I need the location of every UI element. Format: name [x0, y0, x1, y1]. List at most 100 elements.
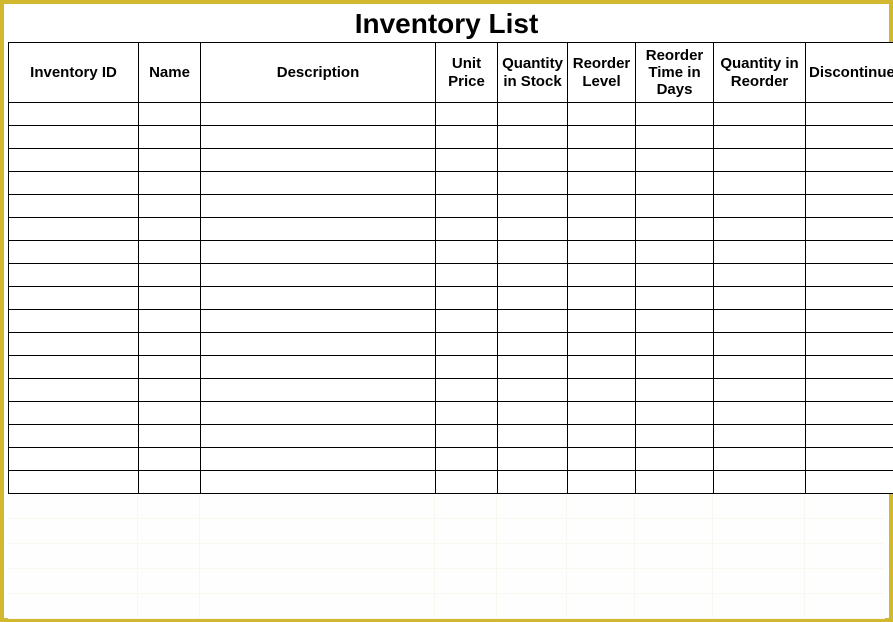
table-cell[interactable]	[436, 425, 498, 448]
table-cell[interactable]	[201, 126, 436, 149]
table-cell[interactable]	[806, 218, 893, 241]
table-cell[interactable]	[806, 172, 893, 195]
table-cell[interactable]	[806, 333, 893, 356]
table-cell[interactable]	[568, 425, 636, 448]
table-cell[interactable]	[568, 402, 636, 425]
table-cell[interactable]	[636, 333, 714, 356]
table-cell[interactable]	[436, 218, 498, 241]
table-cell[interactable]	[636, 218, 714, 241]
table-cell[interactable]	[436, 333, 498, 356]
table-cell[interactable]	[139, 218, 201, 241]
table-cell[interactable]	[139, 379, 201, 402]
table-cell[interactable]	[806, 310, 893, 333]
table-cell[interactable]	[636, 425, 714, 448]
table-cell[interactable]	[201, 356, 436, 379]
table-cell[interactable]	[9, 333, 139, 356]
table-cell[interactable]	[436, 471, 498, 494]
table-cell[interactable]	[806, 103, 893, 126]
table-cell[interactable]	[436, 264, 498, 287]
table-cell[interactable]	[636, 310, 714, 333]
table-cell[interactable]	[568, 287, 636, 310]
table-cell[interactable]	[139, 425, 201, 448]
table-cell[interactable]	[201, 241, 436, 264]
table-cell[interactable]	[806, 126, 893, 149]
table-cell[interactable]	[498, 471, 568, 494]
table-cell[interactable]	[806, 402, 893, 425]
table-cell[interactable]	[139, 333, 201, 356]
table-cell[interactable]	[714, 402, 806, 425]
table-cell[interactable]	[139, 356, 201, 379]
table-cell[interactable]	[9, 241, 139, 264]
table-cell[interactable]	[714, 356, 806, 379]
table-cell[interactable]	[436, 448, 498, 471]
table-cell[interactable]	[498, 448, 568, 471]
table-cell[interactable]	[806, 241, 893, 264]
table-cell[interactable]	[201, 333, 436, 356]
table-cell[interactable]	[9, 218, 139, 241]
table-cell[interactable]	[139, 402, 201, 425]
table-cell[interactable]	[498, 356, 568, 379]
table-cell[interactable]	[498, 379, 568, 402]
table-cell[interactable]	[568, 149, 636, 172]
table-cell[interactable]	[436, 241, 498, 264]
table-cell[interactable]	[201, 218, 436, 241]
table-cell[interactable]	[498, 241, 568, 264]
table-cell[interactable]	[139, 264, 201, 287]
table-cell[interactable]	[568, 241, 636, 264]
table-cell[interactable]	[714, 425, 806, 448]
table-cell[interactable]	[636, 241, 714, 264]
table-cell[interactable]	[9, 172, 139, 195]
table-cell[interactable]	[714, 241, 806, 264]
table-cell[interactable]	[498, 264, 568, 287]
table-cell[interactable]	[806, 425, 893, 448]
table-cell[interactable]	[201, 149, 436, 172]
table-cell[interactable]	[498, 402, 568, 425]
table-cell[interactable]	[9, 471, 139, 494]
table-cell[interactable]	[498, 149, 568, 172]
table-cell[interactable]	[636, 103, 714, 126]
table-cell[interactable]	[714, 126, 806, 149]
table-cell[interactable]	[9, 287, 139, 310]
table-cell[interactable]	[714, 310, 806, 333]
table-cell[interactable]	[636, 287, 714, 310]
table-cell[interactable]	[636, 471, 714, 494]
table-cell[interactable]	[806, 356, 893, 379]
table-cell[interactable]	[714, 448, 806, 471]
table-cell[interactable]	[9, 310, 139, 333]
table-cell[interactable]	[568, 356, 636, 379]
table-cell[interactable]	[436, 310, 498, 333]
table-cell[interactable]	[568, 126, 636, 149]
table-cell[interactable]	[714, 172, 806, 195]
table-cell[interactable]	[568, 471, 636, 494]
table-cell[interactable]	[806, 448, 893, 471]
table-cell[interactable]	[201, 448, 436, 471]
table-cell[interactable]	[201, 310, 436, 333]
table-cell[interactable]	[9, 103, 139, 126]
table-cell[interactable]	[9, 149, 139, 172]
table-cell[interactable]	[498, 333, 568, 356]
table-cell[interactable]	[139, 149, 201, 172]
table-cell[interactable]	[806, 471, 893, 494]
table-cell[interactable]	[714, 264, 806, 287]
table-cell[interactable]	[436, 103, 498, 126]
table-cell[interactable]	[636, 448, 714, 471]
table-cell[interactable]	[714, 103, 806, 126]
table-cell[interactable]	[806, 195, 893, 218]
table-cell[interactable]	[714, 287, 806, 310]
table-cell[interactable]	[201, 425, 436, 448]
table-cell[interactable]	[568, 195, 636, 218]
table-cell[interactable]	[139, 195, 201, 218]
table-cell[interactable]	[201, 172, 436, 195]
table-cell[interactable]	[636, 264, 714, 287]
table-cell[interactable]	[201, 287, 436, 310]
table-cell[interactable]	[436, 126, 498, 149]
table-cell[interactable]	[806, 264, 893, 287]
table-cell[interactable]	[139, 172, 201, 195]
table-cell[interactable]	[636, 126, 714, 149]
table-cell[interactable]	[636, 195, 714, 218]
table-cell[interactable]	[436, 402, 498, 425]
table-cell[interactable]	[498, 310, 568, 333]
table-cell[interactable]	[636, 402, 714, 425]
table-cell[interactable]	[568, 264, 636, 287]
table-cell[interactable]	[714, 149, 806, 172]
